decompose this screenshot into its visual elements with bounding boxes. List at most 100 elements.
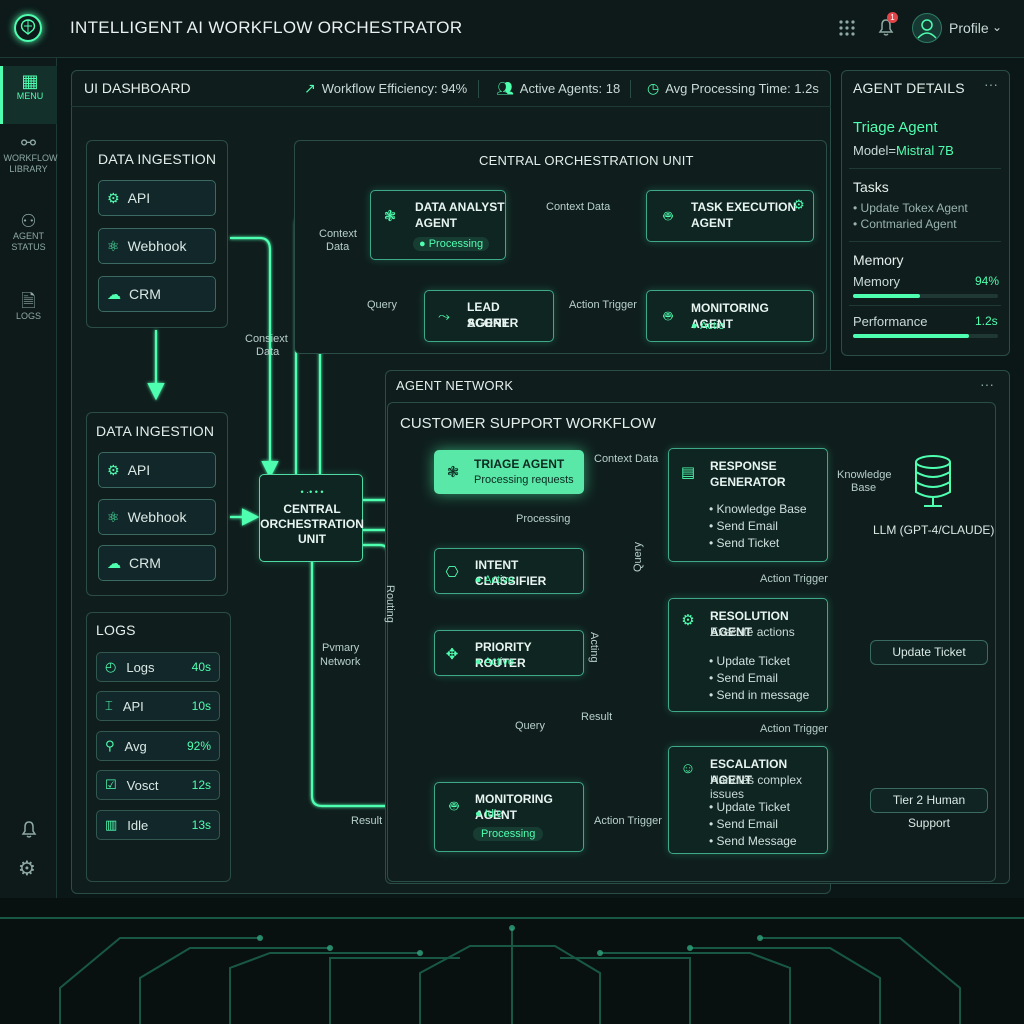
task-item: • Contmaried Agent [853,217,957,231]
brain-logo-icon [14,14,42,42]
sidebar-item-label: WORKFLOW LIBRARY [3,153,58,174]
metric-divider [630,80,631,98]
panel-title: DATA INGESTION [98,151,217,167]
edge-label: Query [632,542,644,572]
node-subtitle: Execute actions [710,625,795,639]
chevron-down-icon[interactable]: ⌄ [992,20,1002,34]
panel-title: DATA INGESTION [96,423,215,439]
log-item[interactable]: ▥ Idle 13s [96,810,220,840]
ingestion-item-api[interactable]: ⚙ API [98,452,216,488]
edge-label: Data [256,346,280,358]
status-text: ● Active [475,656,515,668]
central-orchestration-hub[interactable]: • ·• • • CENTRAL ORCHESTRATION UNIT [259,474,364,562]
sidebar-item-menu[interactable]: ▦ MENU [0,66,57,124]
metric-efficiency: ↗ Workflow Efficiency: 94% [304,80,467,97]
edge-label: Query [367,299,397,311]
node-name: TASK EXECUTION [691,200,797,214]
lead-scorer-agent-node[interactable]: ⤳ LEAD SCORER AGENT [424,290,554,342]
status-text: ● Active [475,574,515,586]
agent-model: Model=Mistral 7B [853,143,954,158]
ingestion-item-crm[interactable]: ☁ CRM [98,276,216,312]
tier2-support-button[interactable]: Tier 2 Human Support [870,788,988,830]
status-label: Active [484,574,515,586]
task-execution-agent-node[interactable]: 🤖︎ TASK EXECUTION AGENT ⚙ [646,190,814,242]
sidebar-item-logs[interactable]: 🗎 LOGS [0,291,57,336]
notification-badge: 1 [887,12,898,23]
monitoring-agent-node[interactable]: 🤖︎ MONITORING AGENT ● Idle Processing [434,782,584,852]
node-name: RESPONSE [710,459,777,473]
update-ticket-button[interactable]: Update Ticket [870,640,988,665]
metric-label: Workflow Efficiency: 94% [321,81,468,96]
document-icon: 🗎 [21,291,36,311]
dashboard-header-divider [71,106,831,107]
priority-router-node[interactable]: ✥ PRIORITY ROUTER ● Active [434,630,584,676]
node-name: TRIAGE AGENT [474,457,565,471]
edge-label: Context Data [546,201,611,213]
sidebar-item-workflow-library[interactable]: ⚯ WORKFLOW LIBRARY [0,133,58,198]
node-name: AGENT [691,216,733,230]
checklist-icon: ☑ [105,777,117,792]
classifier-icon: ⎔ [445,564,459,581]
edge-label: Result [581,711,613,723]
webhook-icon: ⚛ [107,237,120,254]
monitoring-agent-node[interactable]: 🤖︎ MONITORING AGENT ● Actie [646,290,814,342]
escalation-actions: • Update Ticket • Send Email • Send Mess… [709,799,797,850]
memory-label: Memory [853,274,900,289]
ingestion-item-crm[interactable]: ☁ CRM [98,545,216,581]
bell-icon[interactable] [18,818,40,840]
model-label: Model= [853,143,896,158]
data-analyst-agent-node[interactable]: ❃ DATA ANALYST AGENT ● Processing [370,190,506,260]
apps-grid-icon[interactable] [838,19,856,37]
hub-dots: • ·• • • [300,487,324,497]
gear-icon: ⚙ [107,189,120,206]
gear-icon[interactable]: ⚙ [793,197,805,213]
log-item[interactable]: ◴ Logs 40s [96,652,220,682]
edge-label: Context [319,228,357,240]
log-item[interactable]: ⚲ Avg 92% [96,731,220,761]
gear-icon[interactable]: ⚙ [18,856,36,881]
response-generator-node[interactable]: ▤ RESPONSE GENERATOR • Knowledge Base • … [668,448,828,562]
model-value: Mistral 7B [896,143,954,158]
log-label: Logs [126,659,155,675]
triage-agent-node[interactable]: ❃ TRIAGE AGENT Processing requests [434,450,584,494]
log-item[interactable]: ⌶ API 10s [96,691,220,721]
edge-label: Acting [588,632,600,663]
action-item: • Send Ticket [709,536,780,550]
response-actions: • Knowledge Base • Send Email • Send Tic… [709,501,807,552]
metric-divider [478,80,479,98]
grid-icon: ▦ [21,71,39,91]
more-options-icon[interactable]: ··· [980,376,994,392]
profile-label[interactable]: Profile [949,20,989,36]
edge-label: Context Data [594,453,659,465]
sidebar-item-label: LOGS [15,311,41,321]
node-name: GENERATOR [710,475,786,489]
ingestion-item-webhook[interactable]: ⚛ Webhook [98,499,216,535]
cloud-icon: ☁ [107,554,121,571]
sidebar-item-agent-status[interactable]: ⚇ AGENT STATUS [0,211,57,276]
log-value: 40s [191,660,211,674]
brain-icon: ❃ [446,464,460,481]
performance-bar-fill [853,334,969,338]
escalation-agent-node[interactable]: ☺ ESCALATION AGENT Handles complex issue… [668,746,828,854]
avatar[interactable] [912,13,942,43]
sidebar-item-label: MENU [16,91,44,101]
status-text: ● Idle [475,808,503,820]
top-bar: INTELLIGENT AI WORKFLOW ORCHESTRATOR 1 P… [0,0,1024,58]
log-item[interactable]: ☑ Vosct 12s [96,770,220,800]
action-item: • Send Email [709,817,778,831]
workflow-icon: ⚯ [20,133,37,153]
ingestion-item-api[interactable]: ⚙ API [98,180,216,216]
metric-avg-time: ◷ Avg Processing Time: 1.2s [647,80,819,97]
more-options-icon[interactable]: ··· [984,76,998,92]
ingestion-item-webhook[interactable]: ⚛ Webhook [98,228,216,264]
network-icon: ⚇ [20,211,37,231]
resolution-agent-node[interactable]: ⚙ RESOLUTION AGENT Execute actions • Upd… [668,598,828,712]
node-name: AGENT [415,216,457,230]
log-label: Idle [127,817,149,833]
gear-icon: ⚙ [681,612,695,629]
chat-icon: ▤ [680,464,696,481]
status-badge: ● Processing [413,237,490,251]
api-icon: ⌶ [105,698,113,713]
panel-title: AGENT NETWORK [396,378,514,393]
intent-classifier-node[interactable]: ⎔ INTENT CLASSIFIER ● Active [434,548,584,594]
